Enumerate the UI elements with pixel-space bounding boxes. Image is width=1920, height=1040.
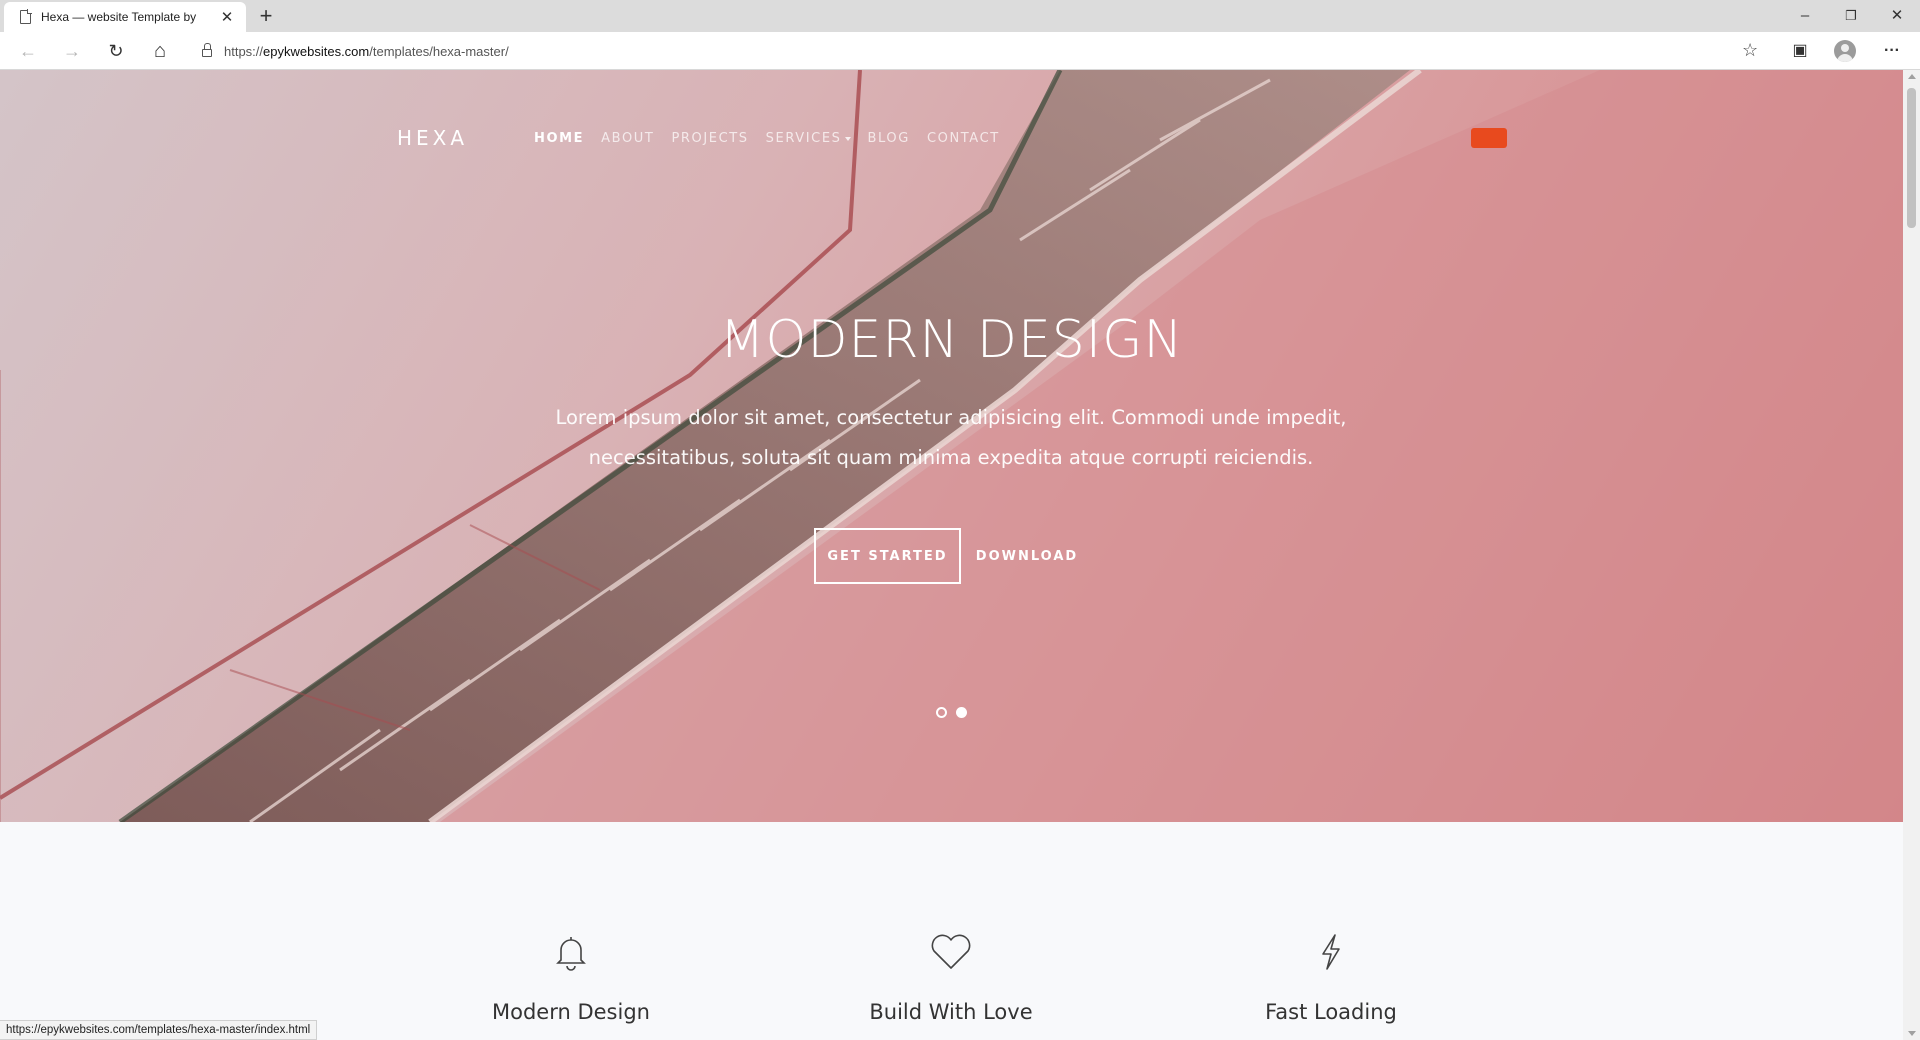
bell-icon: [556, 937, 586, 971]
lightning-icon: [1322, 934, 1340, 970]
features-section: Modern Design Build With Love Fast Loadi…: [0, 822, 1903, 1040]
forward-button[interactable]: →: [58, 38, 86, 64]
menu-item-blog[interactable]: BLOG: [868, 131, 910, 146]
back-button[interactable]: ←: [14, 38, 42, 64]
add-favorite-icon[interactable]: ☆: [1742, 40, 1758, 61]
site-logo[interactable]: HEXA: [397, 126, 468, 150]
scroll-up-icon[interactable]: [1908, 74, 1916, 79]
feature-title: Build With Love: [869, 1000, 1033, 1024]
hero-subtitle: Lorem ipsum dolor sit amet, consectetur …: [555, 406, 1347, 469]
collections-icon[interactable]: ▣: [1788, 40, 1812, 62]
minimize-button[interactable]: –: [1782, 4, 1828, 28]
close-window-button[interactable]: ✕: [1874, 4, 1920, 28]
slide-dot-1[interactable]: [936, 707, 947, 718]
menu-item-services-label: SERVICES: [765, 131, 842, 146]
lock-icon: [202, 43, 212, 57]
new-tab-button[interactable]: +: [254, 4, 278, 28]
feature-modern-design: Modern Design: [421, 822, 721, 1024]
menu-item-home[interactable]: HOME: [534, 131, 584, 146]
slide-dot-2[interactable]: [956, 707, 967, 718]
settings-menu-icon[interactable]: ···: [1880, 40, 1904, 62]
browser-tab[interactable]: Hexa — website Template by ✕: [4, 2, 246, 32]
site-navbar: HEXA HOME ABOUT PROJECTS SERVICES BLOG C…: [0, 126, 1903, 150]
menu-item-projects[interactable]: PROJECTS: [671, 131, 748, 146]
tab-title: Hexa — website Template by: [41, 10, 197, 24]
profile-avatar[interactable]: [1834, 40, 1856, 62]
url-text: https://epykwebsites.com/templates/hexa-…: [224, 43, 509, 59]
page-viewport: HEXA HOME ABOUT PROJECTS SERVICES BLOG C…: [0, 70, 1903, 1040]
hero-section: HEXA HOME ABOUT PROJECTS SERVICES BLOG C…: [0, 70, 1903, 822]
browser-tab-bar: Hexa — website Template by ✕ + – ❐ ✕: [0, 0, 1920, 32]
feature-title: Fast Loading: [1265, 1000, 1397, 1024]
main-menu: HOME ABOUT PROJECTS SERVICES BLOG CONTAC…: [534, 131, 1017, 146]
menu-item-about[interactable]: ABOUT: [601, 131, 654, 146]
get-started-button[interactable]: GET STARTED: [814, 528, 961, 584]
slider-pagination: [936, 707, 976, 718]
download-button[interactable]: DOWNLOAD: [972, 528, 1082, 584]
menu-item-contact[interactable]: CONTACT: [927, 131, 1000, 146]
chevron-down-icon: [844, 136, 851, 141]
scrollbar-thumb[interactable]: [1907, 88, 1916, 228]
browser-toolbar: ← → ↻ ⌂ https://epykwebsites.com/templat…: [0, 32, 1920, 70]
nav-cta-button[interactable]: [1471, 128, 1507, 148]
status-bar-link-preview: https://epykwebsites.com/templates/hexa-…: [0, 1020, 318, 1040]
close-tab-icon[interactable]: ✕: [218, 8, 236, 26]
feature-title: Modern Design: [492, 1000, 650, 1024]
address-bar[interactable]: https://epykwebsites.com/templates/hexa-…: [188, 36, 1768, 66]
reload-button[interactable]: ↻: [102, 38, 130, 64]
page-icon: [20, 9, 32, 24]
home-button[interactable]: ⌂: [146, 38, 174, 64]
menu-item-services[interactable]: SERVICES: [766, 131, 851, 146]
heart-icon: [931, 934, 971, 969]
hero-title: MODERN DESIGN: [719, 310, 1184, 370]
page-scrollbar[interactable]: [1903, 70, 1920, 1040]
feature-build-with-love: Build With Love: [801, 822, 1101, 1024]
scroll-down-icon[interactable]: [1908, 1031, 1916, 1036]
feature-fast-loading: Fast Loading: [1181, 822, 1481, 1024]
restore-button[interactable]: ❐: [1828, 4, 1874, 28]
